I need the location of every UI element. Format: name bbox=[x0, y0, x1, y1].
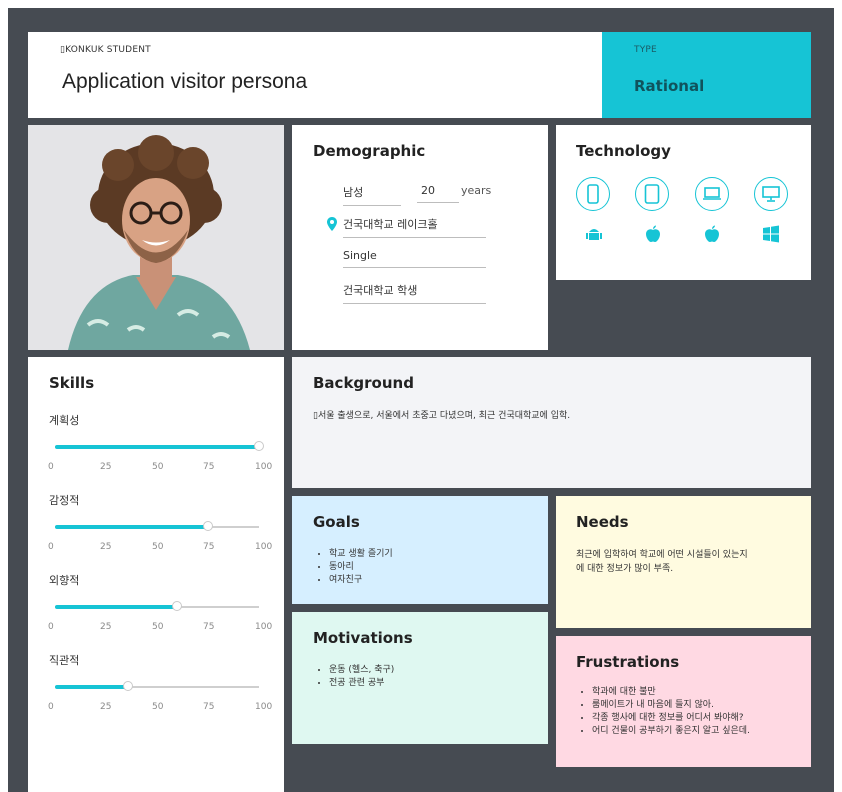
skill-label: 직관적 bbox=[49, 654, 80, 667]
scale-tick-label: 25 bbox=[100, 462, 112, 472]
apple-icon bbox=[702, 225, 722, 243]
type-value: Rational bbox=[634, 77, 705, 95]
demographic-title: Demographic bbox=[313, 142, 426, 160]
scale-tick-label: 75 bbox=[203, 462, 215, 472]
type-card: TYPE Rational bbox=[602, 32, 811, 118]
goals-title: Goals bbox=[313, 513, 360, 531]
list-item: 전공 관련 공부 bbox=[329, 677, 394, 690]
age-field: 20 bbox=[417, 184, 459, 203]
skill-slider[interactable] bbox=[55, 681, 259, 691]
scale-tick-label: 50 bbox=[152, 622, 164, 632]
needs-text: 최근에 입학하여 학교에 어떤 시설들이 있는지 에 대한 정보가 많이 부족. bbox=[576, 548, 748, 576]
scale-tick-label: 100 bbox=[255, 622, 273, 632]
location-pin-icon bbox=[327, 216, 337, 231]
scale-tick-label: 100 bbox=[255, 702, 273, 712]
status-field: Single bbox=[343, 249, 486, 268]
technology-card: Technology bbox=[556, 125, 811, 280]
scale-tick-label: 0 bbox=[48, 622, 54, 632]
scale-tick-label: 0 bbox=[48, 542, 54, 552]
apple-icon bbox=[643, 225, 663, 243]
scale-tick-label: 25 bbox=[100, 542, 112, 552]
demographic-card: Demographic 남성 20 years 건국대학교 레이크홀 Singl… bbox=[292, 125, 548, 350]
motivations-list: 운동 (헬스, 축구) 전공 관련 공부 bbox=[313, 664, 394, 690]
persona-photo bbox=[28, 125, 284, 350]
skill-slider[interactable] bbox=[55, 601, 259, 611]
goals-card: Goals 학교 생활 즐기기 동아리 여자친구 bbox=[292, 496, 548, 604]
desktop-icon bbox=[754, 177, 788, 211]
scale-tick-label: 0 bbox=[48, 702, 54, 712]
mobile-icon bbox=[576, 177, 610, 211]
motivations-card: Motivations 운동 (헬스, 축구) 전공 관련 공부 bbox=[292, 612, 548, 744]
scale-tick-label: 75 bbox=[203, 542, 215, 552]
skill-label: 외향적 bbox=[49, 574, 80, 587]
technology-title: Technology bbox=[576, 142, 671, 160]
title-card: ▯KONKUK STUDENT Application visitor pers… bbox=[28, 32, 602, 118]
skill-scale: 0 25 50 75 100 bbox=[48, 462, 273, 474]
page-title: Application visitor persona bbox=[62, 70, 308, 93]
skill-slider[interactable] bbox=[55, 521, 259, 531]
background-card: Background ▯서울 출생으로, 서울에서 초중고 다녔으며, 최근 건… bbox=[292, 357, 811, 488]
scale-tick-label: 100 bbox=[255, 462, 273, 472]
list-item: 여자친구 bbox=[329, 574, 393, 587]
laptop-icon bbox=[695, 177, 729, 211]
age-unit-label: years bbox=[461, 184, 492, 197]
skill-slider-fill bbox=[55, 445, 259, 449]
skill-scale: 0 25 50 75 100 bbox=[48, 702, 273, 714]
skill-slider-thumb[interactable] bbox=[172, 601, 182, 611]
windows-icon bbox=[761, 225, 781, 243]
frustrations-card: Frustrations 학과에 대한 불만 룸메이트가 내 마음에 들지 않아… bbox=[556, 636, 811, 767]
gender-field: 남성 bbox=[343, 184, 401, 206]
skill-slider-fill bbox=[55, 525, 208, 529]
android-icon bbox=[584, 225, 604, 243]
scale-tick-label: 0 bbox=[48, 462, 54, 472]
skill-scale: 0 25 50 75 100 bbox=[48, 622, 273, 634]
list-item: 학교 생활 즐기기 bbox=[329, 548, 393, 561]
skill-label: 감정적 bbox=[49, 494, 80, 507]
persona-photo-illustration bbox=[28, 125, 284, 350]
background-title: Background bbox=[313, 374, 414, 392]
needs-card: Needs 최근에 입학하여 학교에 어떤 시설들이 있는지 에 대한 정보가 … bbox=[556, 496, 811, 628]
skill-slider[interactable] bbox=[55, 441, 264, 451]
skill-slider-thumb[interactable] bbox=[203, 521, 213, 531]
skill-slider-thumb[interactable] bbox=[123, 681, 133, 691]
skill-slider-thumb[interactable] bbox=[254, 441, 264, 451]
scale-tick-label: 100 bbox=[255, 542, 273, 552]
tablet-icon bbox=[635, 177, 669, 211]
scale-tick-label: 50 bbox=[152, 462, 164, 472]
scale-tick-label: 75 bbox=[203, 702, 215, 712]
location-field: 건국대학교 레이크홀 bbox=[343, 216, 486, 238]
list-item: 동아리 bbox=[329, 561, 393, 574]
goals-list: 학교 생활 즐기기 동아리 여자친구 bbox=[313, 548, 393, 587]
scale-tick-label: 50 bbox=[152, 702, 164, 712]
skills-title: Skills bbox=[49, 374, 95, 392]
needs-text-line: 에 대한 정보가 많이 부족. bbox=[576, 564, 674, 574]
scale-tick-label: 25 bbox=[100, 702, 112, 712]
skills-card: Skills 계획성 0 25 50 75 100 감정적 0 25 50 75 100 외향적 0 25 5… bbox=[28, 357, 284, 792]
skill-label: 계획성 bbox=[49, 414, 80, 427]
frustrations-title: Frustrations bbox=[576, 653, 680, 671]
scale-tick-label: 50 bbox=[152, 542, 164, 552]
skill-slider-fill bbox=[55, 685, 128, 689]
motivations-title: Motivations bbox=[313, 629, 413, 647]
needs-title: Needs bbox=[576, 513, 629, 531]
list-item: 각종 행사에 대한 정보를 어디서 봐야해? bbox=[592, 712, 750, 725]
frustrations-list: 학과에 대한 불만 룸메이트가 내 마음에 들지 않아. 각종 행사에 대한 정… bbox=[576, 686, 750, 738]
occupation-field: 건국대학교 학생 bbox=[343, 282, 486, 304]
type-label: TYPE bbox=[634, 45, 657, 55]
background-text: ▯서울 출생으로, 서울에서 초중고 다녔으며, 최근 건국대학교에 입학. bbox=[313, 411, 571, 421]
list-item: 운동 (헬스, 축구) bbox=[329, 664, 394, 677]
list-item: 어디 건물이 공부하기 좋은지 알고 싶은데. bbox=[592, 725, 750, 738]
eyebrow-label: ▯KONKUK STUDENT bbox=[60, 45, 151, 55]
needs-text-line: 최근에 입학하여 학교에 어떤 시설들이 있는지 bbox=[576, 550, 748, 560]
list-item: 룸메이트가 내 마음에 들지 않아. bbox=[592, 699, 750, 712]
scale-tick-label: 25 bbox=[100, 622, 112, 632]
scale-tick-label: 75 bbox=[203, 622, 215, 632]
skill-slider-fill bbox=[55, 605, 177, 609]
skill-scale: 0 25 50 75 100 bbox=[48, 542, 273, 554]
list-item: 학과에 대한 불만 bbox=[592, 686, 750, 699]
